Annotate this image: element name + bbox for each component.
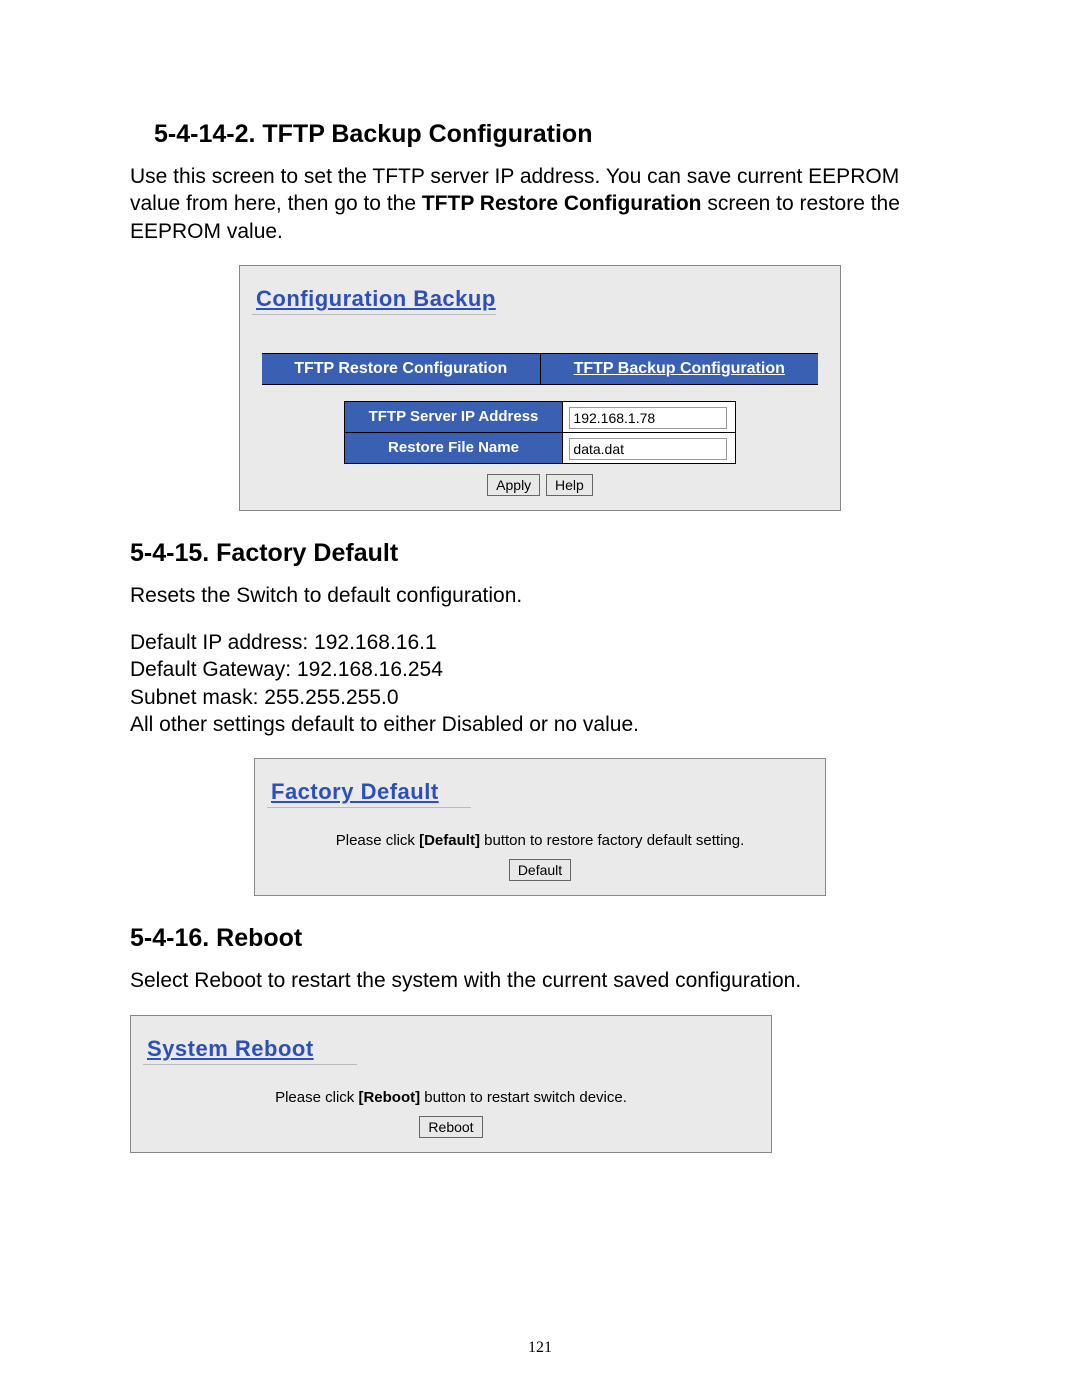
panel-title-configuration-backup: Configuration Backup bbox=[252, 278, 496, 315]
text: button to restart switch device. bbox=[420, 1089, 627, 1106]
heading-tftp-backup: 5-4-14-2. TFTP Backup Configuration bbox=[130, 120, 950, 149]
label-tftp-server-ip: TFTP Server IP Address bbox=[344, 401, 563, 432]
paragraph-reboot: Select Reboot to restart the system with… bbox=[130, 967, 950, 994]
input-tftp-server-ip[interactable] bbox=[569, 407, 727, 429]
default-button[interactable]: Default bbox=[509, 859, 571, 881]
text: All other settings default to either Dis… bbox=[130, 713, 639, 736]
tab-row: TFTP Restore Configuration TFTP Backup C… bbox=[262, 353, 818, 385]
paragraph-factory-2: Default IP address: 192.168.16.1 Default… bbox=[130, 629, 950, 738]
apply-button[interactable]: Apply bbox=[487, 474, 540, 496]
tab-tftp-backup[interactable]: TFTP Backup Configuration bbox=[541, 354, 819, 385]
screenshot-factory-default: Factory Default Please click [Default] b… bbox=[254, 758, 826, 896]
tab-tftp-restore[interactable]: TFTP Restore Configuration bbox=[262, 354, 541, 385]
heading-factory-default: 5-4-15. Factory Default bbox=[130, 539, 950, 568]
text: Default IP address: 192.168.16.1 bbox=[130, 631, 437, 654]
reboot-button[interactable]: Reboot bbox=[419, 1116, 482, 1138]
panel-title-factory-default: Factory Default bbox=[267, 771, 471, 808]
screenshot-configuration-backup: Configuration Backup TFTP Restore Config… bbox=[239, 265, 841, 511]
instruction-factory: Please click [Default] button to restore… bbox=[267, 832, 813, 849]
text: Please click bbox=[336, 832, 419, 849]
text: button to restore factory default settin… bbox=[480, 832, 744, 849]
input-restore-file-name[interactable] bbox=[569, 438, 727, 460]
page-number: 121 bbox=[0, 1339, 1080, 1357]
panel-title-system-reboot: System Reboot bbox=[143, 1028, 357, 1065]
text-bold: TFTP Restore Configuration bbox=[422, 192, 702, 215]
text: Subnet mask: 255.255.255.0 bbox=[130, 686, 399, 709]
text: Please click bbox=[275, 1089, 358, 1106]
label-restore-file-name: Restore File Name bbox=[344, 432, 563, 463]
text-bold: [Default] bbox=[419, 832, 480, 849]
form-table: TFTP Server IP Address Restore File Name bbox=[344, 401, 737, 464]
heading-reboot: 5-4-16. Reboot bbox=[130, 924, 950, 953]
screenshot-system-reboot: System Reboot Please click [Reboot] butt… bbox=[130, 1015, 772, 1153]
instruction-reboot: Please click [Reboot] button to restart … bbox=[143, 1089, 759, 1106]
text: Default Gateway: 192.168.16.254 bbox=[130, 658, 443, 681]
help-button[interactable]: Help bbox=[546, 474, 593, 496]
paragraph-tftp-intro: Use this screen to set the TFTP server I… bbox=[130, 163, 950, 245]
paragraph-factory-1: Resets the Switch to default configurati… bbox=[130, 582, 950, 609]
text-bold: [Reboot] bbox=[358, 1089, 420, 1106]
